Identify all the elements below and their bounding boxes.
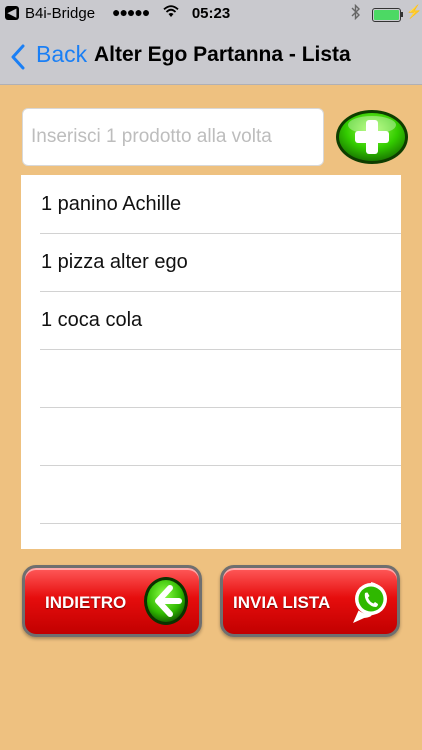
page-title: Alter Ego Partanna - Lista [94, 43, 351, 66]
send-list-label: INVIA LISTA [233, 593, 331, 612]
product-input[interactable] [22, 108, 324, 166]
status-bar: ◀ B4i-Bridge ●●●●● 05:23 ⚡ [0, 0, 422, 28]
battery-tip [401, 12, 403, 17]
product-list[interactable]: 1 panino Achille 1 pizza alter ego 1 coc… [21, 175, 401, 549]
back-button[interactable]: INDIETRO [22, 565, 202, 637]
back-button-label: INDIETRO [45, 593, 127, 612]
nav-back-label: Back [36, 41, 88, 67]
send-list-button[interactable]: INVIA LISTA [220, 565, 400, 637]
list-item[interactable] [40, 407, 401, 466]
list-item[interactable] [40, 349, 401, 408]
battery-icon [372, 8, 401, 22]
list-item[interactable]: 1 panino Achille [40, 175, 401, 234]
plus-icon [336, 110, 408, 164]
add-product-button[interactable] [334, 108, 410, 166]
bluetooth-icon [351, 3, 361, 24]
chevron-left-icon [11, 44, 25, 70]
navigation-bar: Back Alter Ego Partanna - Lista [0, 28, 422, 85]
arrow-left-icon [143, 576, 189, 631]
whatsapp-icon [351, 576, 391, 631]
charging-icon: ⚡ [406, 4, 422, 19]
list-item[interactable]: 1 pizza alter ego [40, 233, 401, 292]
list-item[interactable] [40, 523, 401, 549]
list-item[interactable] [40, 465, 401, 524]
list-item[interactable]: 1 coca cola [40, 291, 401, 350]
